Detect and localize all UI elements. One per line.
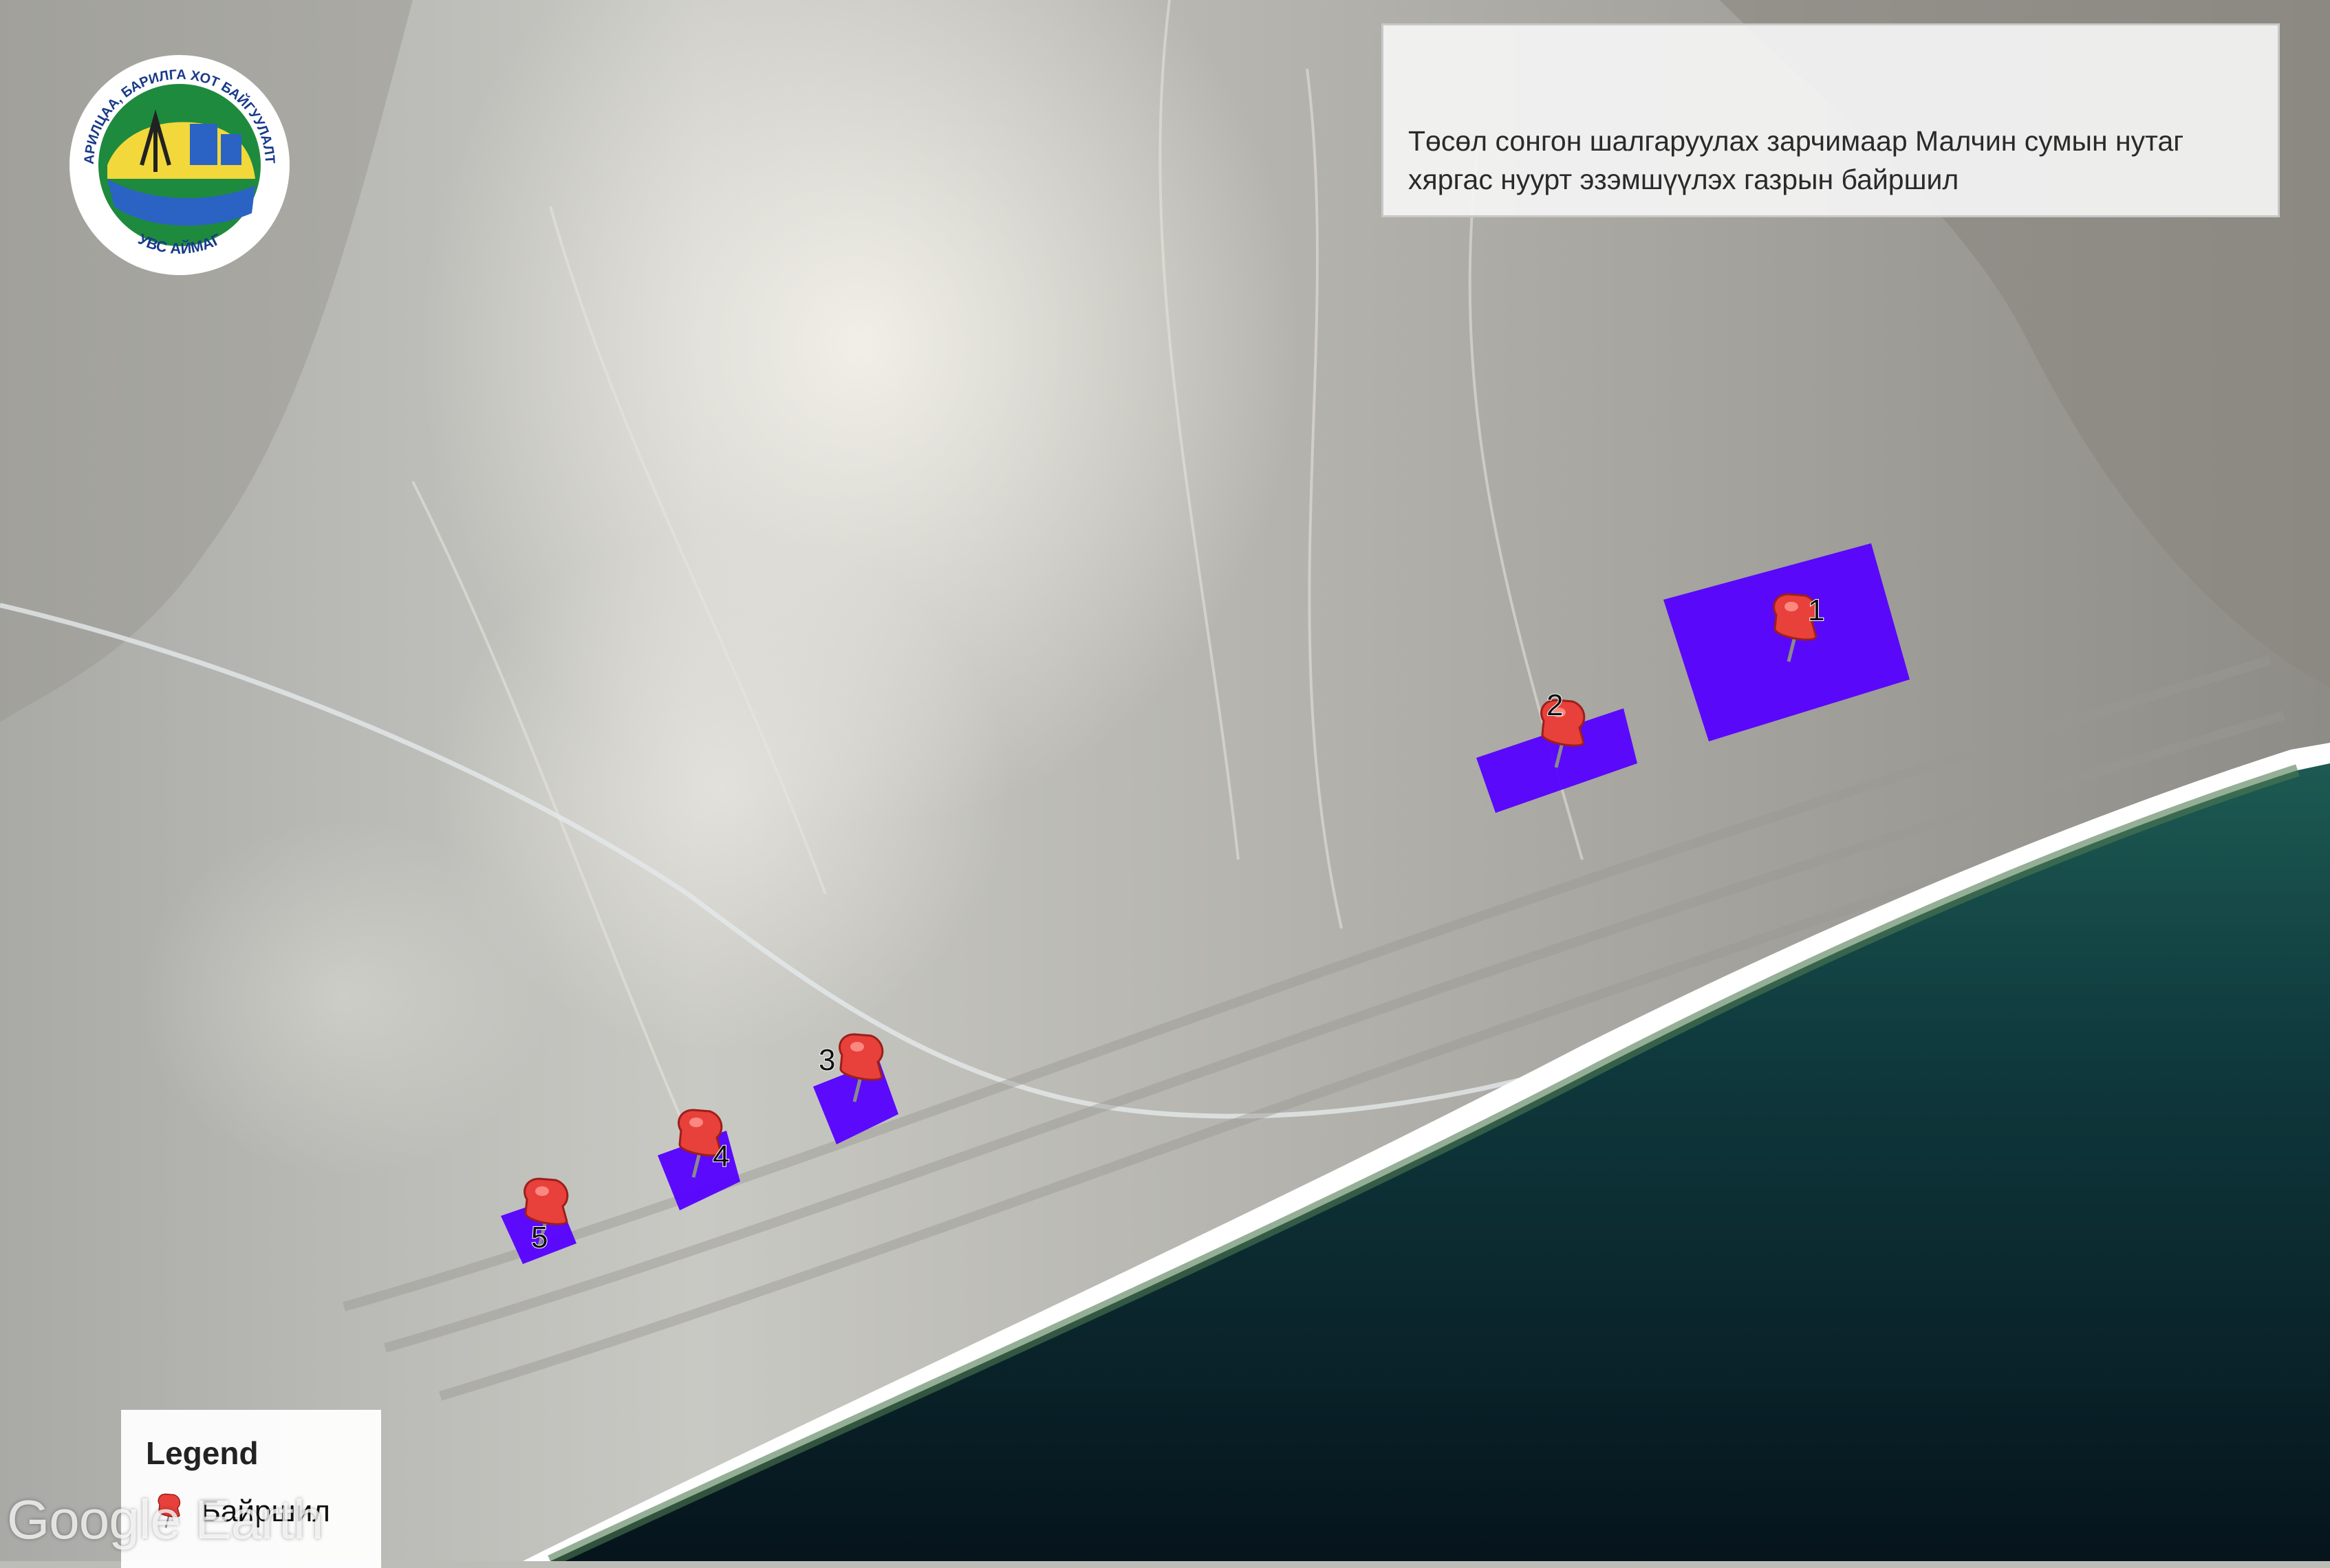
site-label: 3: [819, 1043, 835, 1077]
site-label: 4: [713, 1140, 729, 1173]
map-title-panel: Төсөл сонгон шалгаруулах зарчимаар Малчи…: [1381, 23, 2280, 217]
satellite-map[interactable]: 1 2 3 4 5: [0, 0, 2330, 1561]
map-title-line: Төсөл сонгон шалгаруулах зарчимаар Малчи…: [1408, 125, 2184, 157]
organization-logo: ГАЗРЫН ХАРИЛЦАА, БАРИЛГА ХОТ БАЙГУУЛАЛТЫ…: [66, 41, 290, 275]
google-earth-watermark: Google Earth: [7, 1489, 323, 1550]
site-label: 2: [1546, 688, 1563, 722]
site-label: 5: [531, 1221, 548, 1254]
legend-title: Legend: [146, 1435, 259, 1471]
site-label: 1: [1808, 594, 1824, 627]
map-title-line: хяргас нуурт эзэмшүүлэх газрын байршил: [1408, 164, 1959, 195]
